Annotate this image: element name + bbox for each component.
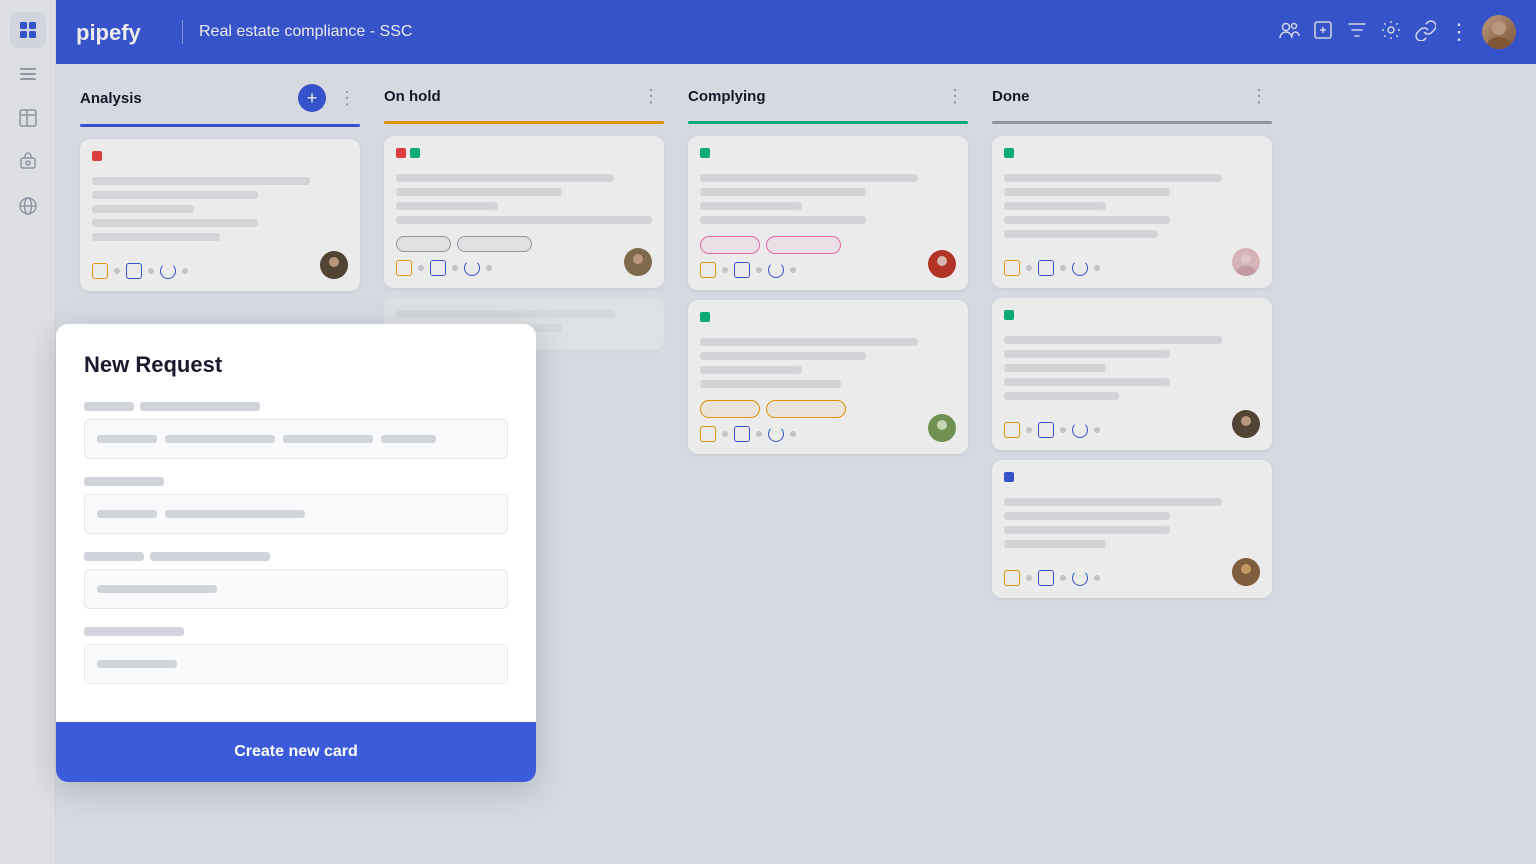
- input-skeleton: [97, 585, 217, 593]
- form-field-4: [84, 627, 508, 684]
- create-card-footer[interactable]: Create new card: [56, 722, 536, 782]
- field-label-1: [84, 402, 508, 411]
- create-new-card-button[interactable]: Create new card: [234, 743, 358, 761]
- field-input-2[interactable]: [84, 494, 508, 534]
- input-skeleton: [381, 435, 436, 443]
- field-input-3[interactable]: [84, 569, 508, 609]
- label-skeleton: [84, 552, 144, 561]
- label-skeleton: [84, 402, 134, 411]
- panel-title: New Request: [84, 352, 508, 378]
- input-skeleton: [165, 510, 305, 518]
- field-label-2: [84, 477, 508, 486]
- field-input-4[interactable]: [84, 644, 508, 684]
- label-skeleton: [140, 402, 260, 411]
- input-skeleton: [283, 435, 373, 443]
- form-field-2: [84, 477, 508, 534]
- form-field-3: [84, 552, 508, 609]
- form-field-1: [84, 402, 508, 459]
- input-skeleton: [97, 510, 157, 518]
- input-skeleton: [97, 435, 157, 443]
- label-skeleton: [84, 477, 164, 486]
- panel-body: New Request: [56, 324, 536, 722]
- field-input-1[interactable]: [84, 419, 508, 459]
- field-label-3: [84, 552, 508, 561]
- input-skeleton: [165, 435, 275, 443]
- field-label-4: [84, 627, 508, 636]
- label-skeleton: [84, 627, 184, 636]
- new-request-panel: New Request: [56, 324, 536, 782]
- label-skeleton: [150, 552, 270, 561]
- input-skeleton: [97, 660, 177, 668]
